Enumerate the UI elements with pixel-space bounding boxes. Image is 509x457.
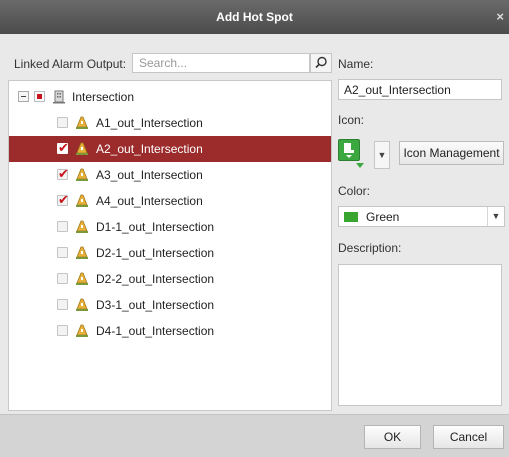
checkbox-checked[interactable]: ✔ bbox=[57, 192, 69, 207]
dialog-title: Add Hot Spot bbox=[216, 10, 293, 24]
checkbox-unchecked[interactable] bbox=[57, 299, 68, 310]
search-input[interactable] bbox=[132, 53, 310, 73]
color-swatch bbox=[344, 212, 358, 222]
chevron-down-icon: ▼ bbox=[487, 207, 504, 226]
alarm-output-icon bbox=[76, 272, 88, 285]
checkmark-icon: ✔ bbox=[58, 166, 69, 181]
tree-item-label: A2_out_Intersection bbox=[96, 142, 203, 156]
color-label: Color: bbox=[338, 184, 371, 198]
tree-item[interactable]: A1_out_Intersection bbox=[9, 110, 331, 136]
checkbox-checked[interactable]: ✔ bbox=[57, 166, 69, 181]
tree-item[interactable]: D2-2_out_Intersection bbox=[9, 266, 331, 292]
close-icon[interactable]: × bbox=[496, 9, 504, 24]
tree-item-label: A4_out_Intersection bbox=[96, 194, 203, 208]
tree-item[interactable]: D3-1_out_Intersection bbox=[9, 292, 331, 318]
tree-item-label: D4-1_out_Intersection bbox=[96, 324, 215, 338]
alarm-output-icon bbox=[76, 298, 88, 311]
tree-item-label: D1-1_out_Intersection bbox=[96, 220, 215, 234]
alarm-output-icon bbox=[76, 220, 88, 233]
linked-alarm-output-label: Linked Alarm Output: bbox=[14, 57, 127, 71]
checkmark-icon: ✔ bbox=[58, 192, 69, 207]
color-select-value: Green bbox=[366, 210, 400, 224]
alarm-output-icon bbox=[76, 324, 88, 337]
description-field[interactable] bbox=[338, 264, 502, 406]
search-button[interactable] bbox=[310, 53, 332, 73]
checkbox-checked[interactable]: ✔ bbox=[57, 140, 69, 155]
alarm-output-icon bbox=[76, 142, 88, 155]
alarm-output-marker-icon bbox=[344, 143, 354, 158]
add-hot-spot-dialog: Add Hot Spot × Linked Alarm Output: Inte… bbox=[0, 0, 509, 457]
tree-item[interactable]: ✔ A2_out_Intersection bbox=[9, 136, 331, 162]
color-select[interactable]: Green ▼ bbox=[338, 206, 505, 227]
icon-management-button[interactable]: Icon Management bbox=[399, 141, 504, 165]
collapse-toggle[interactable] bbox=[18, 91, 29, 102]
checkmark-icon: ✔ bbox=[58, 140, 69, 155]
tree-item[interactable]: ✔ A4_out_Intersection bbox=[9, 188, 331, 214]
chevron-down-icon: ▼ bbox=[377, 150, 387, 160]
tree-item[interactable]: ✔ A3_out_Intersection bbox=[9, 162, 331, 188]
description-label: Description: bbox=[338, 241, 402, 255]
tree-root-intersection[interactable]: Intersection bbox=[9, 84, 331, 110]
tree-root-label: Intersection bbox=[72, 90, 135, 104]
name-field[interactable] bbox=[338, 79, 502, 100]
checkbox-unchecked[interactable] bbox=[57, 117, 68, 128]
alarm-output-icon bbox=[76, 194, 88, 207]
tree-item-label: D2-1_out_Intersection bbox=[96, 246, 215, 260]
checkbox-unchecked[interactable] bbox=[57, 273, 68, 284]
icon-preview-pointer bbox=[356, 163, 364, 168]
hotspot-icon-preview[interactable] bbox=[338, 139, 360, 161]
tree-item[interactable]: D1-1_out_Intersection bbox=[9, 214, 331, 240]
tree-item-label: D2-2_out_Intersection bbox=[96, 272, 215, 286]
alarm-output-icon bbox=[76, 246, 88, 259]
tree-item-label: D3-1_out_Intersection bbox=[96, 298, 215, 312]
tree-item[interactable]: D4-1_out_Intersection bbox=[9, 318, 331, 344]
alarm-output-tree: Intersection A1_out_Intersection ✔ A2_out_… bbox=[8, 80, 332, 411]
icon-label: Icon: bbox=[338, 113, 365, 127]
alarm-output-icon bbox=[76, 168, 88, 181]
checkbox-unchecked[interactable] bbox=[57, 221, 68, 232]
cancel-button[interactable]: Cancel bbox=[433, 425, 504, 449]
search-icon bbox=[315, 56, 327, 69]
icon-dropdown-button[interactable]: ▼ bbox=[374, 141, 390, 169]
checkbox-unchecked[interactable] bbox=[57, 247, 68, 258]
name-label: Name: bbox=[338, 57, 374, 71]
tree-item-label: A1_out_Intersection bbox=[96, 116, 203, 130]
root-checkbox-partial[interactable] bbox=[34, 91, 45, 102]
tree-item[interactable]: D2-1_out_Intersection bbox=[9, 240, 331, 266]
building-icon bbox=[53, 90, 65, 104]
title-bar: Add Hot Spot × bbox=[0, 0, 509, 34]
alarm-output-icon bbox=[76, 116, 88, 129]
ok-button[interactable]: OK bbox=[364, 425, 421, 449]
tree-item-label: A3_out_Intersection bbox=[96, 168, 203, 182]
checkbox-unchecked[interactable] bbox=[57, 325, 68, 336]
